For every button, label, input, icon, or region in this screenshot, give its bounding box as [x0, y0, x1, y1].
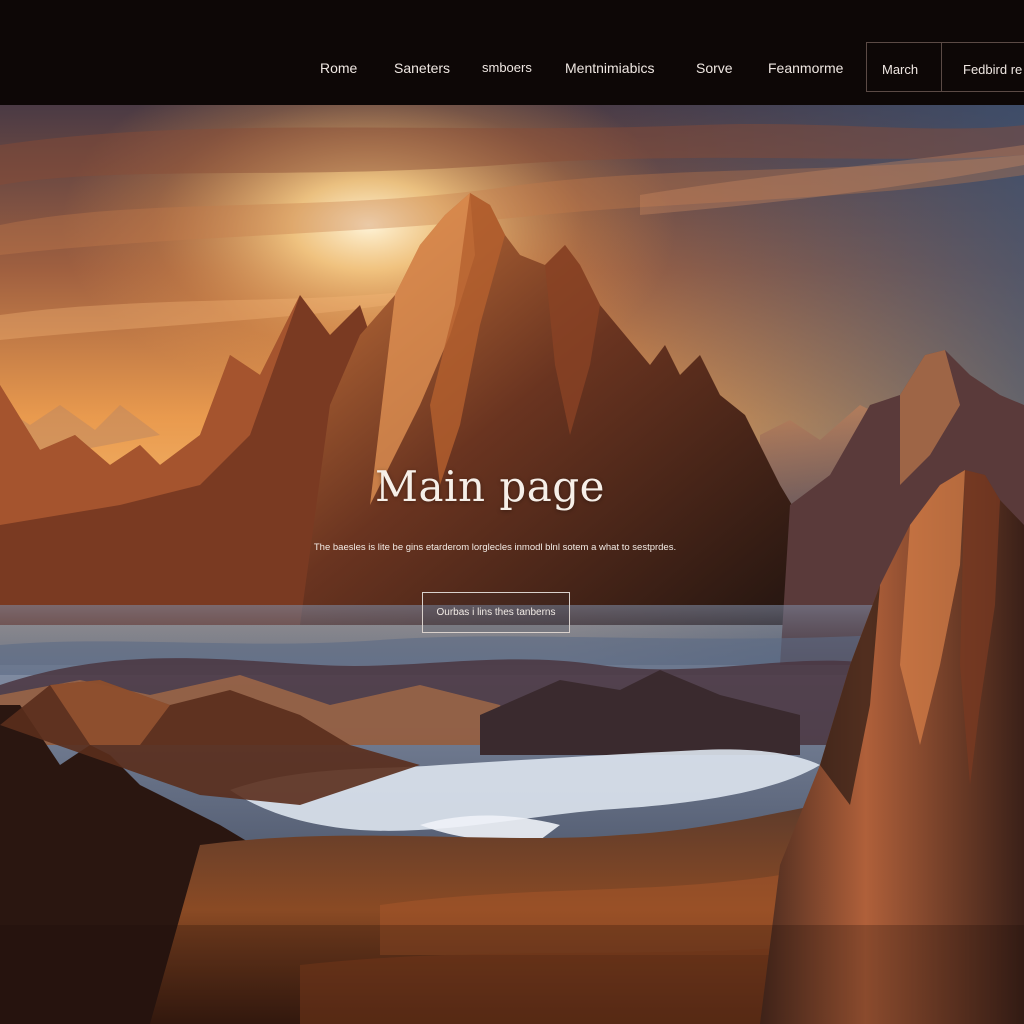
hero-cta-button[interactable]: Ourbas i lins thes tanberns — [422, 592, 570, 633]
nav-link-sorve[interactable]: Sorve — [696, 60, 733, 76]
hero-subtitle: The baesles is lite be gins etarderom lo… — [313, 542, 677, 553]
nav-button-march-label: March — [882, 62, 919, 77]
nav-link-feanmorme[interactable]: Feanmorme — [768, 60, 843, 76]
nav-button-fedbird[interactable]: Fedbird re — [941, 42, 1024, 92]
nav-link-saneters[interactable]: Saneters — [394, 60, 450, 76]
nav-button-fedbird-label: Fedbird re — [963, 62, 1023, 77]
hero-background-landscape — [0, 105, 1024, 1024]
nav-button-march[interactable]: March — [866, 42, 942, 92]
top-navigation-bar: Rome Saneters smboers Mentnimiabics Sorv… — [0, 0, 1024, 105]
nav-link-rome[interactable]: Rome — [320, 60, 357, 76]
nav-link-smboers[interactable]: smboers — [482, 60, 532, 75]
nav-link-mentnimiabics[interactable]: Mentnimiabics — [565, 60, 654, 76]
hero-title: Main page — [374, 462, 606, 511]
hero-section: Main page The baesles is lite be gins et… — [0, 105, 1024, 1024]
